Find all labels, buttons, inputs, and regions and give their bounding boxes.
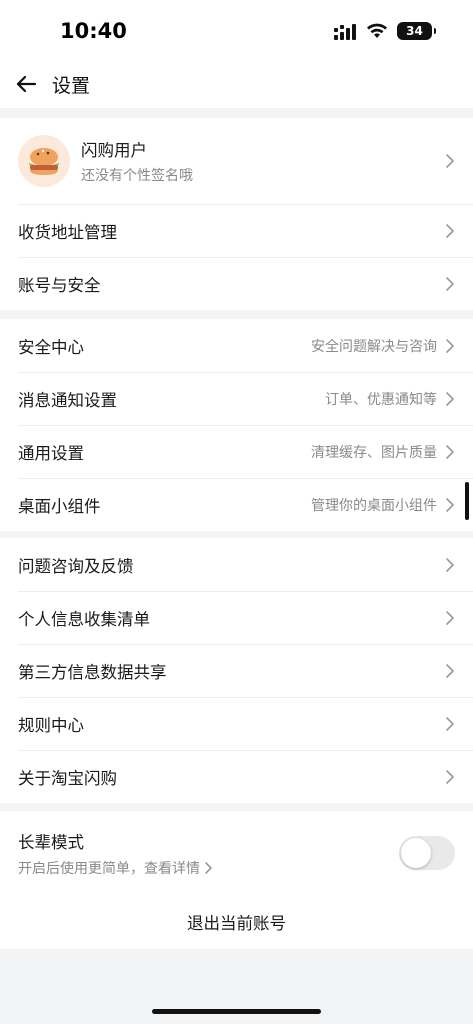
- row-value: 订单、优惠通知等: [325, 391, 437, 408]
- chevron-right-icon: [446, 769, 454, 784]
- notification-settings-row[interactable]: 消息通知设置 订单、优惠通知等: [0, 372, 473, 425]
- cellular-signal-icon: [334, 24, 356, 40]
- status-bar: 10:40 34: [0, 0, 473, 60]
- chevron-right-icon: [446, 716, 454, 731]
- chevron-right-icon: [205, 861, 212, 874]
- chevron-right-icon: [446, 276, 454, 291]
- row-label: 规则中心: [18, 715, 84, 735]
- battery-icon: 34: [397, 22, 436, 40]
- elder-mode-text: 长辈模式 开启后使用更简单，查看详情: [18, 829, 212, 878]
- row-label: 账号与安全: [18, 275, 101, 295]
- wifi-icon: [367, 23, 387, 38]
- chevron-right-icon: [446, 223, 454, 238]
- row-label: 关于淘宝闪购: [18, 768, 117, 788]
- row-label: 第三方信息数据共享: [18, 662, 167, 682]
- profile-signature: 还没有个性签名哦: [81, 168, 193, 184]
- settings-screen: 10:40 34 设置 闪购用户 还没有个性签名哦 收货地址管理 账号与安全 安…: [0, 0, 473, 1024]
- home-indicator[interactable]: [152, 1009, 321, 1014]
- row-label: 个人信息收集清单: [18, 609, 150, 629]
- elder-mode-toggle[interactable]: [399, 836, 455, 870]
- elder-mode-row: 长辈模式 开启后使用更简单，查看详情: [0, 811, 473, 895]
- nav-bar: 设置: [0, 60, 473, 108]
- address-management-row[interactable]: 收货地址管理: [0, 204, 473, 257]
- logout-section: 退出当前账号: [0, 894, 473, 949]
- account-security-row[interactable]: 账号与安全: [0, 257, 473, 310]
- toggle-knob: [401, 838, 431, 868]
- profile-text: 闪购用户 还没有个性签名哦: [81, 137, 193, 185]
- personal-info-list-row[interactable]: 个人信息收集清单: [0, 591, 473, 644]
- security-center-row[interactable]: 安全中心 安全问题解决与咨询: [0, 319, 473, 372]
- row-value: 清理缓存、图片质量: [311, 444, 437, 461]
- row-label: 桌面小组件: [18, 496, 101, 516]
- burger-avatar-icon: [18, 135, 70, 187]
- status-time: 10:40: [60, 19, 127, 43]
- chevron-right-icon: [446, 391, 454, 406]
- chevron-right-icon: [446, 557, 454, 572]
- chevron-right-icon: [446, 610, 454, 625]
- scroll-indicator: [465, 482, 469, 520]
- page-title: 设置: [52, 75, 91, 97]
- feedback-row[interactable]: 问题咨询及反馈: [0, 538, 473, 591]
- elder-mode-subtitle: 开启后使用更简单，查看详情: [18, 860, 200, 877]
- row-label: 通用设置: [18, 443, 84, 463]
- chevron-right-icon: [446, 663, 454, 678]
- rules-center-row[interactable]: 规则中心: [0, 697, 473, 750]
- chevron-right-icon: [446, 338, 454, 353]
- logout-label: 退出当前账号: [187, 913, 286, 933]
- row-value: 管理你的桌面小组件: [311, 497, 437, 514]
- third-party-sharing-row[interactable]: 第三方信息数据共享: [0, 644, 473, 697]
- chevron-right-icon: [446, 497, 454, 512]
- about-row[interactable]: 关于淘宝闪购: [0, 750, 473, 803]
- profile-row[interactable]: 闪购用户 还没有个性签名哦: [0, 118, 473, 204]
- logout-button[interactable]: 退出当前账号: [0, 894, 473, 949]
- elder-mode-details-link[interactable]: 开启后使用更简单，查看详情: [18, 858, 212, 878]
- row-label: 安全中心: [18, 337, 84, 357]
- elder-mode-section: 长辈模式 开启后使用更简单，查看详情: [0, 811, 473, 895]
- elder-mode-title: 长辈模式: [18, 832, 84, 852]
- profile-section: 闪购用户 还没有个性签名哦 收货地址管理 账号与安全: [0, 118, 473, 310]
- row-label: 问题咨询及反馈: [18, 556, 134, 576]
- info-section: 问题咨询及反馈 个人信息收集清单 第三方信息数据共享 规则中心 关于淘宝闪购: [0, 538, 473, 803]
- settings-section: 安全中心 安全问题解决与咨询 消息通知设置 订单、优惠通知等 通用设置 清理缓存…: [0, 319, 473, 531]
- row-value: 安全问题解决与咨询: [311, 338, 437, 355]
- chevron-right-icon: [446, 444, 454, 459]
- desktop-widget-row[interactable]: 桌面小组件 管理你的桌面小组件: [0, 478, 473, 531]
- arrow-left-icon[interactable]: [14, 72, 38, 96]
- row-label: 消息通知设置: [18, 390, 117, 410]
- row-label: 收货地址管理: [18, 222, 117, 242]
- profile-name: 闪购用户: [81, 141, 147, 160]
- chevron-right-icon: [446, 154, 454, 168]
- general-settings-row[interactable]: 通用设置 清理缓存、图片质量: [0, 425, 473, 478]
